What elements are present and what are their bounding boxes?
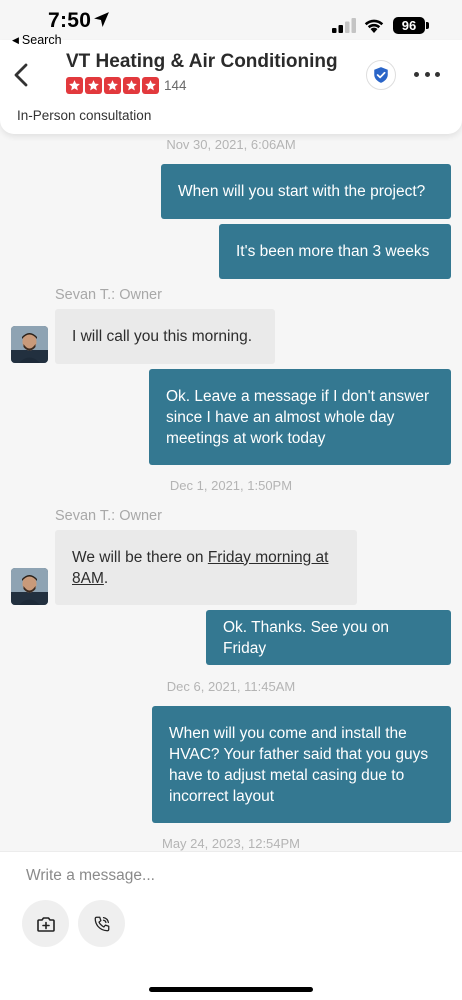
status-time: 7:50 [48,9,92,32]
timestamp: Dec 1, 2021, 1:50PM [169,478,293,493]
business-header: VT Heating & Air Conditioning 144 In-Per… [0,40,462,134]
timestamp: Nov 30, 2021, 6:06AM [166,137,296,152]
message-text: It's been more than 3 weeks [236,243,430,260]
verified-badge[interactable] [366,60,396,90]
more-options-icon[interactable] [414,64,440,84]
wifi-icon [364,19,384,33]
star-icon [104,77,121,94]
message-text: When will you come and install the HVAC?… [169,724,429,805]
outgoing-message[interactable]: It's been more than 3 weeks [219,224,451,279]
business-name[interactable]: VT Heating & Air Conditioning [66,51,338,73]
message-composer [0,851,462,1000]
status-bar: 7:50 ◀ Search 96 [0,0,462,50]
star-icon [66,77,83,94]
avatar[interactable] [11,568,48,605]
message-text: Ok. Thanks. See you on Friday [223,618,390,657]
location-arrow-icon [94,12,109,27]
star-icon [142,77,159,94]
battery-indicator: 96 [393,17,425,34]
avatar[interactable] [11,326,48,363]
message-text: Ok. Leave a message if I don't answer si… [166,387,430,447]
outgoing-message[interactable]: When will you start with the project? [161,164,451,219]
sender-label: Sevan T.: Owner [55,508,162,524]
review-count[interactable]: 144 [164,78,187,93]
message-text: I will call you this morning. [72,328,253,345]
cellular-signal-icon [332,18,356,33]
back-chevron-icon[interactable] [10,60,34,90]
home-indicator [149,987,313,992]
back-triangle-icon: ◀ [12,35,19,45]
outgoing-message[interactable]: Ok. Leave a message if I don't answer si… [149,369,451,465]
camera-icon [36,916,55,932]
incoming-message[interactable]: I will call you this morning. [55,309,275,364]
star-icon [85,77,102,94]
add-photo-button[interactable] [22,900,69,947]
consultation-type: In-Person consultation [17,108,152,123]
message-text: We will be there on Friday morning at 8A… [72,548,329,587]
incoming-message[interactable]: We will be there on Friday morning at 8A… [55,530,357,605]
outgoing-message[interactable]: Ok. Thanks. See you on Friday [206,610,451,665]
back-to-search-link[interactable]: ◀ Search [12,33,62,47]
sender-label: Sevan T.: Owner [55,287,162,303]
battery-tip [426,22,429,29]
timestamp: May 24, 2023, 12:54PM [161,836,301,851]
call-button[interactable] [78,900,125,947]
timestamp: Dec 6, 2021, 11:45AM [166,679,296,694]
outgoing-message[interactable]: When will you come and install the HVAC?… [152,706,451,823]
message-text: When will you start with the project? [178,183,426,200]
message-input[interactable] [26,866,426,886]
verified-shield-icon [374,67,388,83]
phone-icon [94,916,109,931]
star-rating [66,77,159,94]
star-icon [123,77,140,94]
